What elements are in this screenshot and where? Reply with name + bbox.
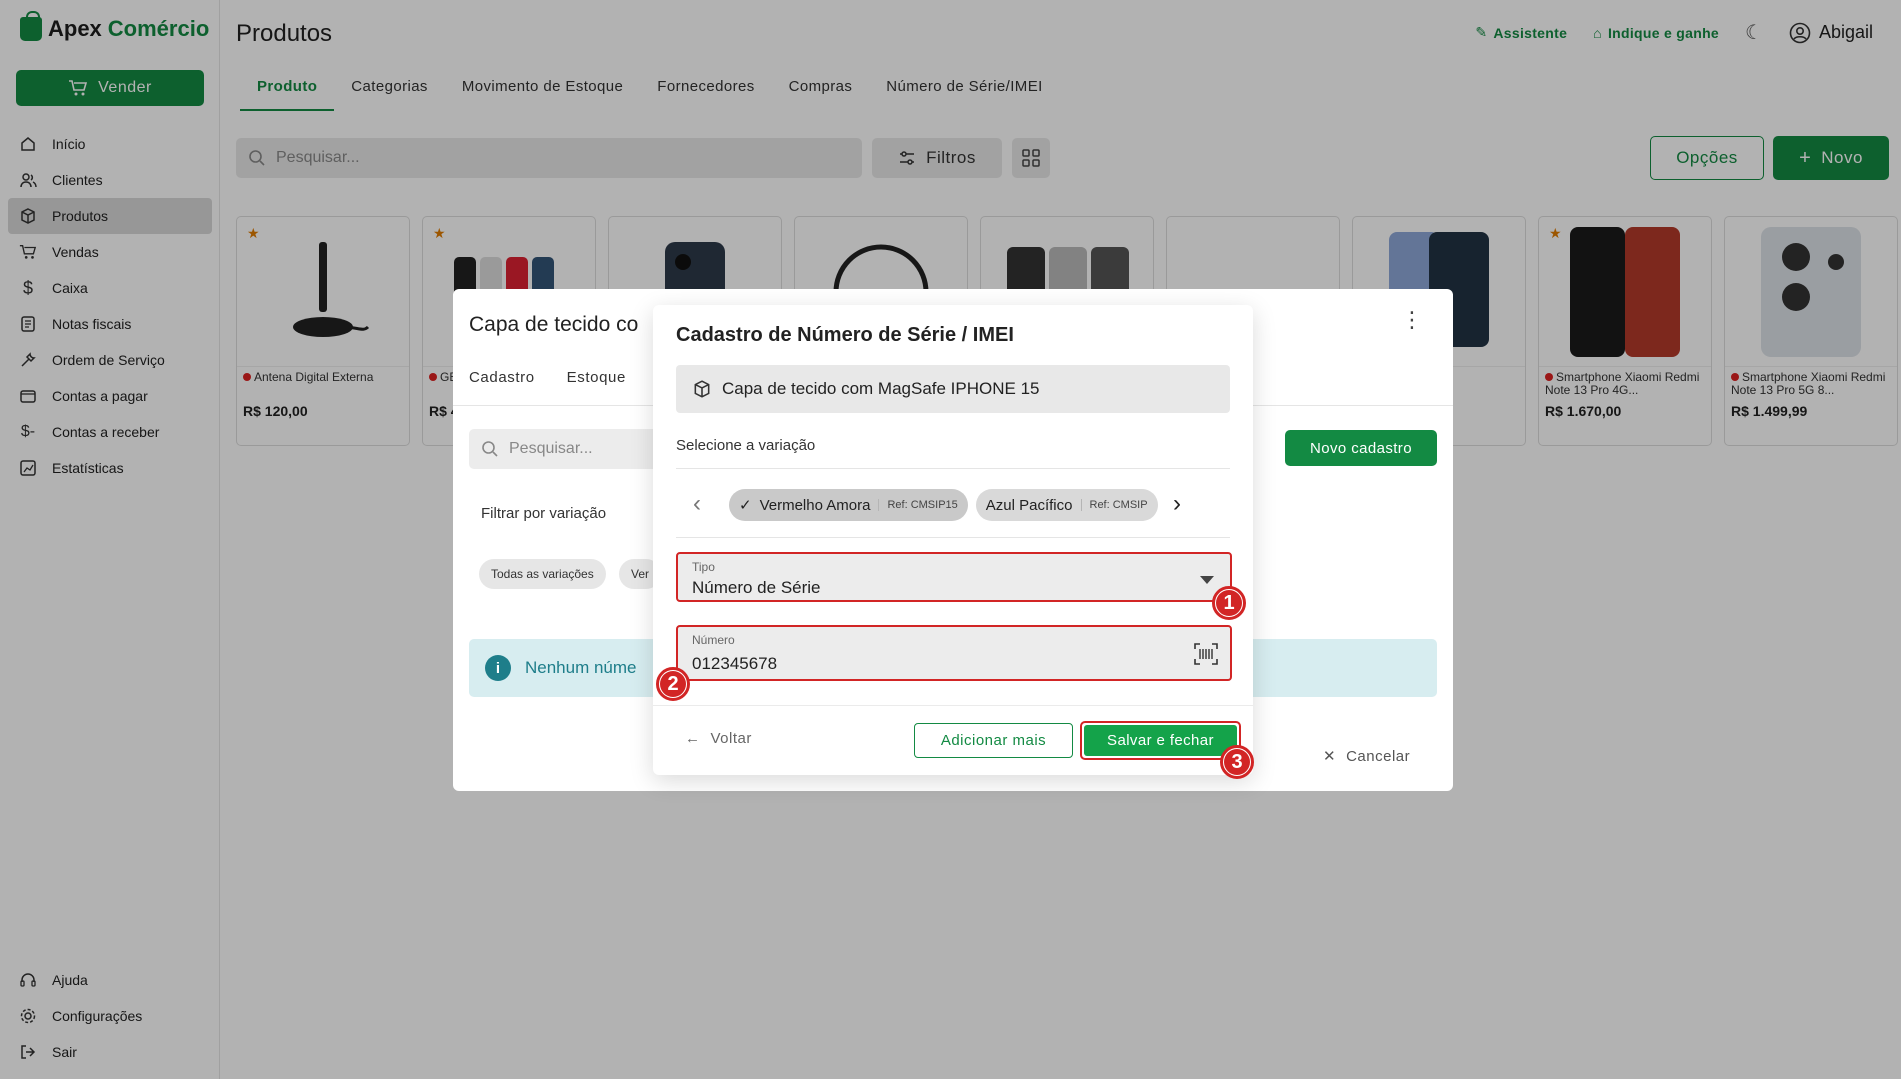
arrow-left-icon: ←	[685, 730, 701, 747]
tab-cadastro[interactable]: Cadastro	[453, 369, 551, 386]
cancel-button[interactable]: ✕ Cancelar	[1323, 747, 1411, 766]
product-detail-title: Capa de tecido co	[469, 313, 639, 336]
type-select[interactable]: Tipo Número de Série	[676, 552, 1232, 602]
save-close-button[interactable]: Salvar e fechar	[1084, 725, 1237, 756]
box-icon	[694, 380, 710, 398]
divider	[653, 705, 1253, 706]
new-registration-button[interactable]: Novo cadastro	[1285, 430, 1437, 466]
empty-info-text: Nenhum núme	[525, 658, 637, 677]
serial-registration-modal: Cadastro de Número de Série / IMEI Capa …	[653, 305, 1253, 775]
modal-title: Cadastro de Número de Série / IMEI	[676, 324, 1014, 346]
variation-chips: ✓ Vermelho Amora Ref: CMSIP15 Azul Pacíf…	[729, 489, 1159, 521]
selected-product-name: Capa de tecido com MagSafe IPHONE 15	[722, 379, 1040, 398]
selected-product: Capa de tecido com MagSafe IPHONE 15	[676, 365, 1230, 413]
save-close-highlight: Salvar e fechar	[1080, 721, 1241, 760]
variation-chip-azul-pacifico[interactable]: Azul Pacífico Ref: CMSIP	[975, 489, 1158, 521]
variation-ref: Ref: CMSIP	[1080, 499, 1148, 511]
type-select-label: Tipo	[692, 560, 715, 574]
add-more-button[interactable]: Adicionar mais	[914, 723, 1073, 758]
cancel-label: Cancelar	[1346, 747, 1411, 765]
check-icon: ✓	[739, 497, 752, 514]
variation-name: Vermelho Amora	[759, 496, 871, 514]
annotation-badge-1: 1	[1212, 586, 1246, 620]
number-input-label: Número	[692, 633, 735, 647]
variation-label: Selecione a variação	[676, 437, 816, 454]
annotation-badge-3: 3	[1220, 745, 1254, 779]
tab-estoque[interactable]: Estoque	[551, 369, 642, 386]
info-icon: i	[485, 655, 511, 681]
divider	[676, 537, 1230, 538]
close-icon: ✕	[1323, 748, 1337, 765]
search-icon	[482, 441, 498, 457]
variation-filter-chip[interactable]: Todas as variações	[479, 559, 606, 589]
more-options-icon[interactable]: ⋮	[1401, 309, 1423, 331]
back-label: Voltar	[710, 730, 752, 747]
search-placeholder: Pesquisar...	[509, 440, 593, 457]
divider	[676, 468, 1230, 469]
variation-chip-vermelho-amora[interactable]: ✓ Vermelho Amora Ref: CMSIP15	[729, 489, 968, 521]
barcode-scan-icon[interactable]	[1194, 643, 1218, 665]
chevron-left-icon[interactable]: ‹	[693, 490, 701, 518]
chevron-right-icon[interactable]: ›	[1173, 490, 1181, 518]
number-input[interactable]: Número 012345678	[676, 625, 1232, 681]
product-detail-tabs: Cadastro Estoque	[453, 369, 642, 386]
number-input-value: 012345678	[692, 654, 778, 673]
back-button[interactable]: ← Voltar	[685, 730, 752, 747]
variation-ref: Ref: CMSIP15	[878, 499, 958, 511]
variation-name: Azul Pacífico	[985, 496, 1073, 514]
filter-variation-label: Filtrar por variação	[481, 505, 607, 522]
caret-down-icon	[1200, 576, 1214, 584]
type-select-value: Número de Série	[692, 578, 821, 597]
annotation-badge-2: 2	[656, 667, 690, 701]
serial-search-input[interactable]: Pesquisar...	[469, 429, 669, 469]
